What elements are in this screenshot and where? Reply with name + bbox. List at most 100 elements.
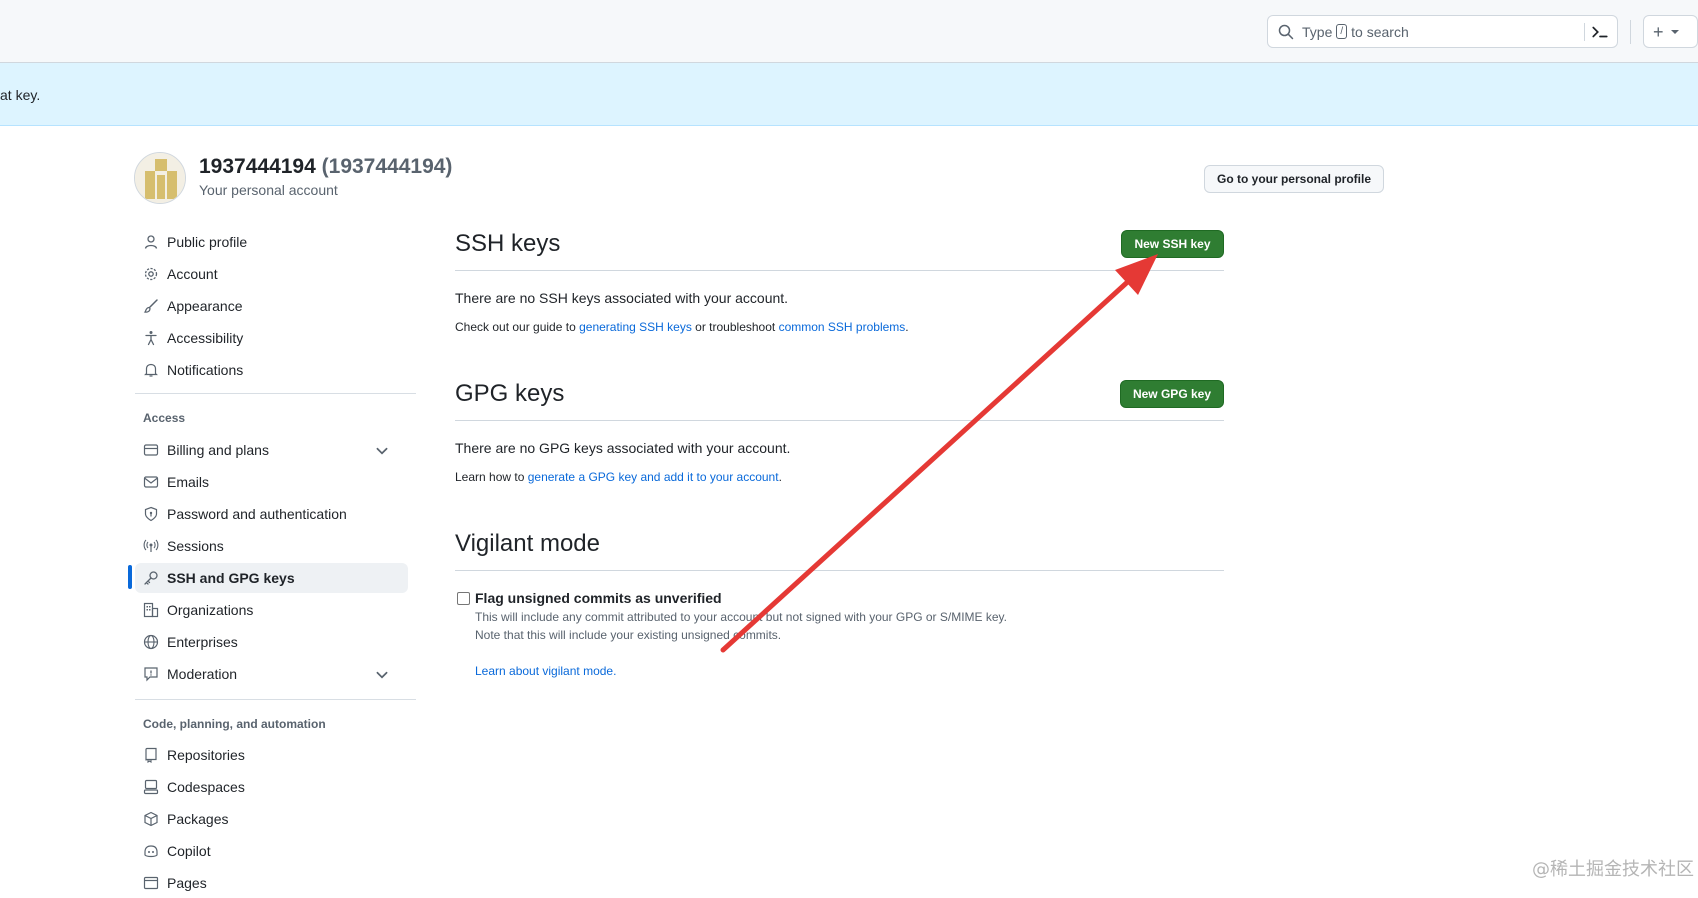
- common-ssh-problems-link[interactable]: common SSH problems: [779, 320, 906, 334]
- chevron-down-icon[interactable]: [374, 667, 390, 683]
- account-name: 1937444194 (1937444194): [199, 155, 452, 179]
- person-icon: [144, 235, 158, 249]
- shield-lock-icon: [144, 506, 158, 522]
- flag-unsigned-commits-checkbox[interactable]: [457, 592, 470, 605]
- credit-card-icon: [143, 444, 159, 456]
- gear-icon: [144, 267, 158, 281]
- vigilant-mode-divider: [455, 570, 1224, 571]
- gpg-keys-title: GPG keys: [455, 380, 565, 407]
- account-subtitle: Your personal account: [199, 182, 338, 198]
- bell-icon: [144, 363, 158, 377]
- sidebar-item-packages[interactable]: Packages: [135, 804, 408, 834]
- codespaces-icon: [143, 779, 159, 795]
- report-icon: [144, 667, 158, 682]
- search-divider: [1584, 23, 1585, 41]
- sidebar-item-enterprises[interactable]: Enterprises: [135, 627, 408, 657]
- ssh-empty-message: There are no SSH keys associated with yo…: [455, 290, 789, 306]
- sidebar-item-label: Moderation: [167, 666, 238, 682]
- vigilant-note-2: Note that this will include your existin…: [475, 628, 782, 642]
- sidebar-item-label: Notifications: [167, 362, 244, 378]
- search-prefix: Type: [1302, 23, 1333, 40]
- gpg-keys-divider: [455, 420, 1224, 421]
- sidebar-divider: [135, 699, 416, 700]
- search-suffix: to search: [1351, 23, 1409, 40]
- sidebar-heading-access: Access: [143, 411, 186, 425]
- header-divider: [1630, 20, 1631, 44]
- sidebar-item-moderation[interactable]: Moderation: [135, 659, 408, 689]
- generate-gpg-key-link[interactable]: generate a GPG key and add it to your ac…: [528, 470, 779, 484]
- gpg-learn-prefix: Learn how to: [455, 470, 525, 484]
- new-gpg-key-button[interactable]: New GPG key: [1120, 380, 1224, 408]
- accessibility-icon: [145, 331, 157, 346]
- browser-icon: [143, 876, 159, 890]
- copilot-icon: [144, 845, 158, 858]
- avatar-identicon: [135, 153, 185, 203]
- sidebar-item-label: Public profile: [167, 234, 248, 250]
- top-header: Type / to search +: [0, 0, 1698, 63]
- sidebar-item-copilot[interactable]: Copilot: [135, 836, 408, 866]
- paintbrush-icon: [143, 299, 158, 313]
- sidebar-item-label: Codespaces: [167, 779, 245, 795]
- flash-message: at key.: [0, 87, 41, 103]
- sidebar-item-password[interactable]: Password and authentication: [135, 499, 408, 529]
- sidebar-item-label: Enterprises: [167, 634, 238, 650]
- triangle-down-icon: [1670, 29, 1679, 34]
- gpg-learn-end: .: [778, 470, 782, 484]
- ssh-guide-end: .: [905, 320, 909, 334]
- command-palette-icon[interactable]: [1591, 23, 1609, 41]
- sidebar-item-label: Repositories: [167, 747, 245, 763]
- organization-icon: [143, 602, 159, 618]
- vigilant-mode-title: Vigilant mode: [455, 530, 600, 557]
- sidebar-item-label: Account: [167, 266, 218, 282]
- sidebar-item-sessions[interactable]: Sessions: [135, 531, 408, 561]
- ssh-keys-divider: [455, 270, 1224, 271]
- sidebar-divider: [135, 393, 416, 394]
- sidebar-item-codespaces[interactable]: Codespaces: [135, 772, 408, 802]
- username: 1937444194: [199, 155, 316, 178]
- sidebar-item-billing[interactable]: Billing and plans: [135, 435, 408, 465]
- key-icon: [144, 571, 158, 585]
- flag-unsigned-commits-label[interactable]: Flag unsigned commits as unverified: [475, 590, 722, 606]
- sidebar-item-emails[interactable]: Emails: [135, 467, 408, 497]
- sidebar-item-organizations[interactable]: Organizations: [135, 595, 408, 625]
- sidebar-item-label: Billing and plans: [167, 442, 269, 458]
- sidebar-heading-code: Code, planning, and automation: [143, 717, 326, 731]
- ssh-guide-text: Check out our guide to generating SSH ke…: [455, 320, 909, 334]
- search-shortcut-key: /: [1336, 24, 1348, 39]
- sidebar-item-public-profile[interactable]: Public profile: [135, 227, 408, 257]
- sidebar-item-accessibility[interactable]: Accessibility: [135, 323, 408, 353]
- avatar[interactable]: [134, 152, 186, 204]
- repo-icon: [145, 747, 157, 763]
- sidebar-item-label: Password and authentication: [167, 506, 347, 522]
- package-icon: [144, 811, 158, 827]
- sidebar-item-label: Copilot: [167, 843, 211, 859]
- sidebar-item-ssh-gpg-keys[interactable]: SSH and GPG keys: [135, 563, 408, 593]
- globe-icon: [143, 634, 159, 650]
- go-to-profile-button[interactable]: Go to your personal profile: [1204, 165, 1384, 193]
- learn-vigilant-mode-link[interactable]: Learn about vigilant mode.: [475, 664, 616, 678]
- sidebar-item-label: SSH and GPG keys: [167, 570, 295, 586]
- sidebar-item-label: Sessions: [167, 538, 224, 554]
- sidebar-item-account[interactable]: Account: [135, 259, 408, 289]
- search-icon: [1278, 24, 1294, 39]
- active-indicator: [128, 565, 132, 589]
- mail-icon: [143, 476, 159, 488]
- watermark: @稀土掘金技术社区: [1532, 859, 1694, 880]
- ssh-keys-title: SSH keys: [455, 230, 561, 257]
- sidebar-item-label: Emails: [167, 474, 210, 490]
- search-input[interactable]: Type / to search: [1267, 15, 1618, 48]
- sidebar-item-notifications[interactable]: Notifications: [135, 355, 408, 385]
- chevron-down-icon[interactable]: [374, 443, 390, 459]
- generating-ssh-keys-link[interactable]: generating SSH keys: [579, 320, 692, 334]
- sidebar-item-label: Accessibility: [167, 330, 244, 346]
- plus-icon: +: [1653, 21, 1664, 42]
- new-ssh-key-button[interactable]: New SSH key: [1121, 230, 1224, 258]
- create-new-button[interactable]: +: [1643, 15, 1698, 48]
- flash-banner: at key.: [0, 63, 1698, 126]
- sidebar-item-pages[interactable]: Pages: [135, 868, 408, 898]
- broadcast-icon: [143, 539, 159, 552]
- sidebar-item-appearance[interactable]: Appearance: [135, 291, 408, 321]
- sidebar-item-repositories[interactable]: Repositories: [135, 740, 408, 770]
- display-name: (1937444194): [321, 155, 453, 178]
- ssh-guide-prefix: Check out our guide to: [455, 320, 576, 334]
